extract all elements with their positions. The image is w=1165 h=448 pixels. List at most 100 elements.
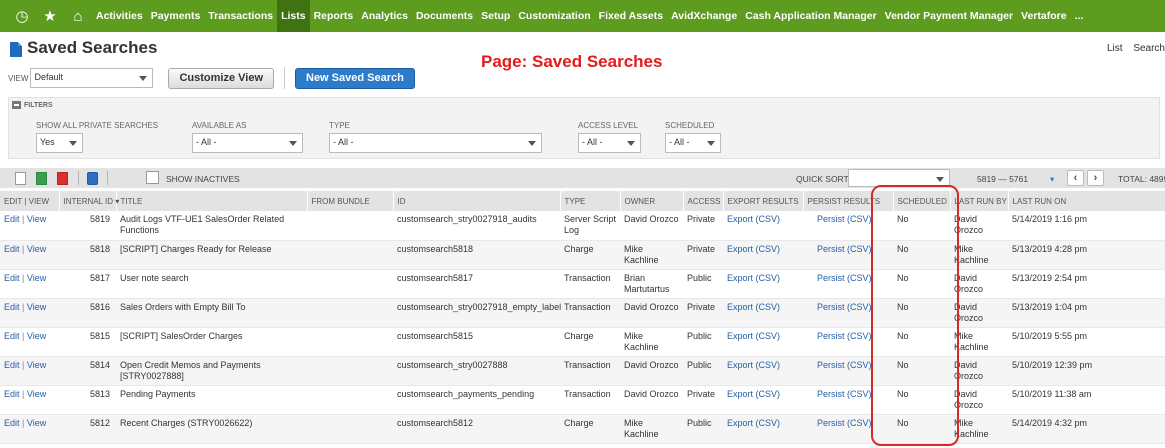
export-csv-link[interactable]: Export (CSV) xyxy=(723,211,803,241)
type-select[interactable]: - All - xyxy=(329,133,542,153)
column-header[interactable]: OWNER xyxy=(620,191,684,211)
scheduled-select[interactable]: - All - xyxy=(665,133,721,153)
export-pdf-icon[interactable] xyxy=(57,172,68,185)
persist-csv-link[interactable]: Persist (CSV) xyxy=(803,385,893,415)
print-icon[interactable] xyxy=(87,172,98,185)
page-range-select[interactable]: 5819 — 5761 xyxy=(977,174,1028,184)
nav-item-vendor-payment-manager[interactable]: Vendor Payment Manager xyxy=(881,0,1017,32)
page-title: Saved Searches xyxy=(27,38,158,57)
recent-records-icon[interactable]: ◷ xyxy=(8,0,36,32)
persist-csv-link[interactable]: Persist (CSV) xyxy=(803,240,893,270)
home-icon[interactable]: ⌂ xyxy=(64,0,92,32)
persist-csv-link[interactable]: Persist (CSV) xyxy=(803,356,893,386)
list-link[interactable]: List xyxy=(1107,43,1123,54)
cell-id: customsearch5812 xyxy=(393,414,560,444)
column-header[interactable]: FROM BUNDLE xyxy=(307,191,394,211)
access-level-select[interactable]: - All - xyxy=(578,133,641,153)
export-csv-link[interactable]: Export (CSV) xyxy=(723,414,803,444)
customize-view-button[interactable]: Customize View xyxy=(168,67,274,89)
export-csv-link[interactable]: Export (CSV) xyxy=(723,269,803,299)
column-header[interactable]: TYPE xyxy=(560,191,621,211)
column-header[interactable]: INTERNAL ID ▾ xyxy=(59,191,119,211)
column-header[interactable]: ID xyxy=(393,191,561,211)
view-link[interactable]: View xyxy=(27,244,46,254)
filters-toggle[interactable]: FILTERS xyxy=(12,101,53,109)
view-link[interactable]: View xyxy=(27,273,46,283)
persist-csv-link[interactable]: Persist (CSV) xyxy=(803,414,893,444)
view-link[interactable]: View xyxy=(27,214,46,224)
nav-item-activities[interactable]: Activities xyxy=(92,0,147,32)
edit-link[interactable]: Edit xyxy=(4,214,20,224)
view-select[interactable]: Default xyxy=(30,68,154,88)
cell-access: Private xyxy=(683,385,723,415)
nav-item-payments[interactable]: Payments xyxy=(147,0,205,32)
available-as-select[interactable]: - All - xyxy=(192,133,303,153)
export-csv-link[interactable]: Export (CSV) xyxy=(723,298,803,328)
nav-item-analytics[interactable]: Analytics xyxy=(357,0,412,32)
nav-item-customization[interactable]: Customization xyxy=(514,0,594,32)
cell-access: Private xyxy=(683,298,723,328)
cell-type: Charge xyxy=(560,327,620,357)
filter-label: SHOW ALL PRIVATE SEARCHES xyxy=(36,121,159,130)
column-header[interactable]: EDIT | VIEW xyxy=(0,191,60,211)
nav-item-avidxchange[interactable]: AvidXchange xyxy=(667,0,741,32)
cell-scheduled: No xyxy=(893,327,950,357)
column-header[interactable]: EXPORT RESULTS xyxy=(723,191,804,211)
nav-item-reports[interactable]: Reports xyxy=(310,0,358,32)
edit-link[interactable]: Edit xyxy=(4,244,20,254)
link-separator: | xyxy=(19,243,27,254)
column-header[interactable]: PERSIST RESULTS xyxy=(803,191,894,211)
show-inactives-checkbox[interactable] xyxy=(146,171,159,184)
cell-scheduled: No xyxy=(893,414,950,444)
view-link[interactable]: View xyxy=(27,360,46,370)
new-document-icon[interactable] xyxy=(15,172,26,185)
nav-item-transactions[interactable]: Transactions xyxy=(204,0,277,32)
export-csv-link[interactable]: Export (CSV) xyxy=(723,385,803,415)
nav-more-button[interactable]: ... xyxy=(1071,0,1088,32)
view-link[interactable]: View xyxy=(27,418,46,428)
nav-item-setup[interactable]: Setup xyxy=(477,0,514,32)
new-saved-search-button[interactable]: New Saved Search xyxy=(295,67,415,89)
column-header[interactable]: LAST RUN ON xyxy=(1008,191,1165,211)
nav-item-fixed-assets[interactable]: Fixed Assets xyxy=(595,0,667,32)
nav-item-lists[interactable]: Lists xyxy=(277,0,310,32)
cell-last-run-by: David Orozco xyxy=(950,211,1008,241)
cell-from-bundle xyxy=(307,211,393,241)
previous-page-icon[interactable]: ‹ xyxy=(1067,170,1084,186)
export-excel-icon[interactable] xyxy=(36,172,47,185)
edit-link[interactable]: Edit xyxy=(4,302,20,312)
nav-item-documents[interactable]: Documents xyxy=(412,0,477,32)
cell-access: Private xyxy=(683,240,723,270)
export-csv-link[interactable]: Export (CSV) xyxy=(723,356,803,386)
cell-type: Transaction xyxy=(560,356,620,386)
edit-link[interactable]: Edit xyxy=(4,418,20,428)
edit-link[interactable]: Edit xyxy=(4,331,20,341)
cell-title: Open Credit Memos and Payments [STRY0027… xyxy=(116,356,307,386)
filter-value: - All - xyxy=(669,137,690,147)
export-csv-link[interactable]: Export (CSV) xyxy=(723,240,803,270)
show-private-select[interactable]: Yes xyxy=(36,133,83,153)
view-link[interactable]: View xyxy=(27,302,46,312)
column-header[interactable]: TITLE xyxy=(116,191,308,211)
persist-csv-link[interactable]: Persist (CSV) xyxy=(803,327,893,357)
cell-last-run-on: 5/10/2019 12:39 pm xyxy=(1008,356,1165,386)
view-link[interactable]: View xyxy=(27,389,46,399)
nav-item-vertafore[interactable]: Vertafore xyxy=(1017,0,1071,32)
edit-link[interactable]: Edit xyxy=(4,360,20,370)
persist-csv-link[interactable]: Persist (CSV) xyxy=(803,269,893,299)
column-header[interactable]: LAST RUN BY xyxy=(950,191,1009,211)
persist-csv-link[interactable]: Persist (CSV) xyxy=(803,211,893,241)
view-link[interactable]: View xyxy=(27,331,46,341)
nav-item-cash-application-manager[interactable]: Cash Application Manager xyxy=(741,0,880,32)
search-link[interactable]: Search xyxy=(1133,43,1165,54)
persist-csv-link[interactable]: Persist (CSV) xyxy=(803,298,893,328)
star-icon[interactable]: ★ xyxy=(36,0,64,32)
export-csv-link[interactable]: Export (CSV) xyxy=(723,327,803,357)
range-chevron-icon[interactable]: ▾ xyxy=(1050,174,1054,185)
next-page-icon[interactable]: › xyxy=(1087,170,1104,186)
column-header[interactable]: ACCESS xyxy=(683,191,724,211)
column-header[interactable]: SCHEDULED xyxy=(893,191,951,211)
edit-link[interactable]: Edit xyxy=(4,389,20,399)
edit-link[interactable]: Edit xyxy=(4,273,20,283)
quick-sort-select[interactable] xyxy=(848,169,950,187)
